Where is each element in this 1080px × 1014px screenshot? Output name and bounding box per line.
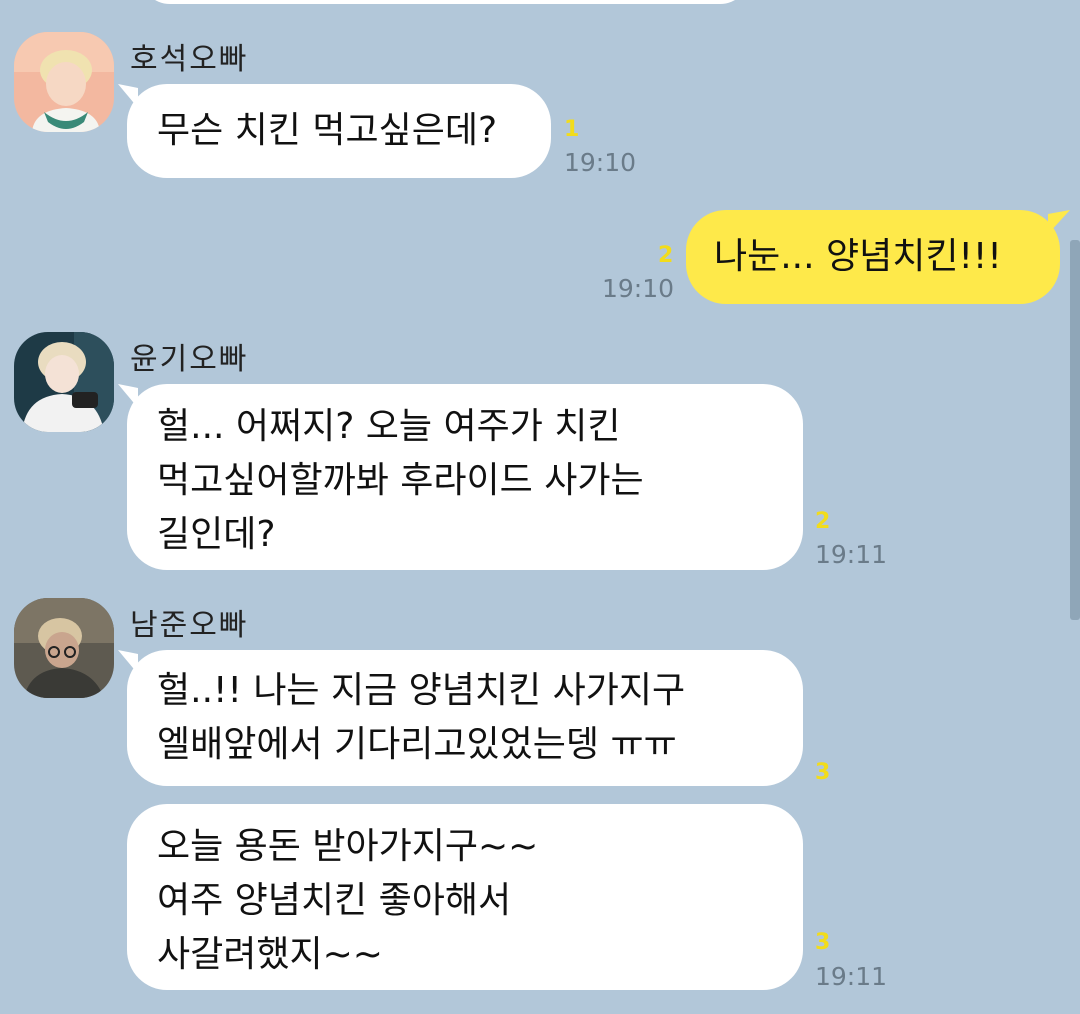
previous-message-bubble [140, 0, 750, 4]
avatar-yoongi-image [14, 332, 114, 432]
avatar-namjoon-image [14, 598, 114, 698]
message-bubble[interactable]: 헐... 어쩌지? 오늘 여주가 치킨 먹고싶어할까봐 후라이드 사가는 길인데… [127, 384, 803, 570]
unread-count: 3 [815, 760, 831, 785]
message-bubble[interactable]: 오늘 용돈 받아가지구~~ 여주 양념치킨 좋아해서 사갈려했지~~ [127, 804, 803, 990]
unread-count: 2 [658, 243, 674, 268]
sender-name: 호석오빠 [130, 42, 249, 77]
avatar-namjoon[interactable] [14, 598, 114, 698]
bubble-tail [1048, 210, 1070, 234]
unread-count: 1 [564, 117, 580, 142]
avatar-hoseok-image [14, 32, 114, 132]
sender-name: 남준오빠 [130, 608, 249, 643]
avatar-yoongi[interactable] [14, 332, 114, 432]
avatar-hoseok[interactable] [14, 32, 114, 132]
my-message-bubble[interactable]: 나눈... 양념치킨!!! [686, 210, 1060, 304]
message-time: 19:10 [602, 274, 675, 303]
message-bubble[interactable]: 무슨 치킨 먹고싶은데? [127, 84, 551, 178]
unread-count: 3 [815, 930, 831, 955]
unread-count: 2 [815, 509, 831, 534]
sender-name: 윤기오빠 [130, 342, 249, 377]
scrollbar[interactable] [1070, 240, 1080, 620]
message-time: 19:11 [815, 962, 888, 991]
message-time: 19:10 [564, 148, 637, 177]
message-time: 19:11 [815, 540, 888, 569]
message-bubble[interactable]: 헐..!! 나는 지금 양념치킨 사가지구 엘배앞에서 기다리고있었는뎅 ㅠㅠ [127, 650, 803, 786]
